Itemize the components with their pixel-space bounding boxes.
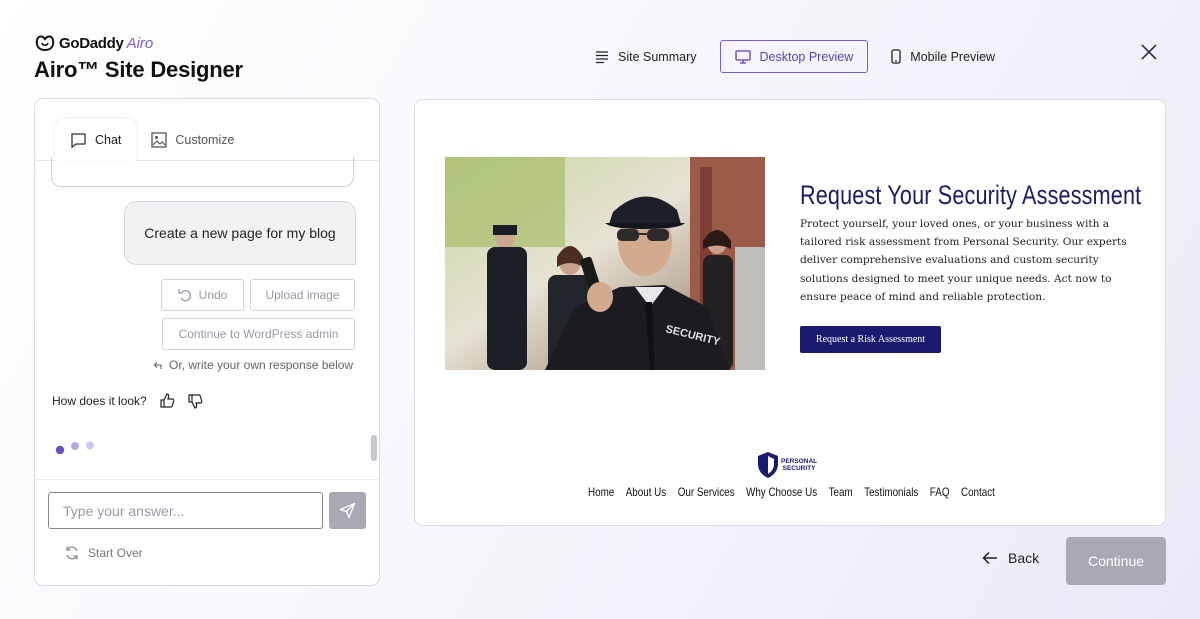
send-button[interactable] [329,492,366,529]
site-nav-team[interactable]: Team [829,485,853,499]
list-icon [596,50,608,63]
site-nav-about-us[interactable]: About Us [626,485,666,499]
chat-scrollbar[interactable] [371,435,377,461]
undo-button[interactable]: Undo [161,279,244,311]
site-nav-faq[interactable]: FAQ [930,485,950,499]
site-nav-our-services[interactable]: Our Services [678,485,735,499]
airo-wordmark: Airo [126,34,154,52]
hero-image: SECURITY [445,157,765,370]
back-label: Back [1008,550,1040,566]
feedback-row: How does it look? [52,393,203,409]
continue-button[interactable]: Continue [1066,537,1166,585]
hero-description: Protect yourself, your loved ones, or yo… [800,218,1127,303]
site-nav-testimonials[interactable]: Testimonials [864,485,918,499]
godaddy-wordmark: GoDaddy [59,34,124,52]
close-icon[interactable] [1138,41,1160,63]
refresh-icon [66,546,78,560]
image-icon [151,132,168,148]
chat-panel: Chat Customize Create a new page for my … [34,98,380,586]
desktop-icon [734,49,751,64]
previous-message-bubble [51,157,354,187]
desktop-preview-button[interactable]: Desktop Preview [719,40,869,73]
request-risk-assessment-button[interactable]: Request a Risk Assessment [800,326,941,353]
security-guard-photo: SECURITY [445,157,765,370]
feedback-question: How does it look? [52,394,147,408]
input-divider [35,479,379,480]
response-hint: Or, write your own response below [153,358,353,372]
thumbs-down-icon[interactable] [187,393,203,409]
godaddy-airo-logo: GoDaddy Airo [34,33,243,53]
site-nav-home[interactable]: Home [588,485,614,499]
mobile-preview-label: Mobile Preview [910,49,996,64]
upload-image-button[interactable]: Upload image [250,279,355,311]
chat-bubble-icon [71,133,86,148]
top-navigation: Site Summary Desktop Preview Mobile Prev… [580,40,1010,73]
brand: GoDaddy Airo Airo™ Site Designer [34,33,243,83]
logo-line-2: SECURITY [782,465,816,472]
site-navigation: Home About Us Our Services Why Choose Us… [588,485,995,499]
site-preview: SECURITY Request Your Security Assessmen… [414,99,1166,526]
site-nav-why-choose-us[interactable]: Why Choose Us [746,485,817,499]
panel-tabs: Chat Customize [55,119,249,161]
personal-security-logo: PERSONAL SECURITY [757,451,817,479]
typing-indicator [55,441,94,454]
site-nav-contact[interactable]: Contact [961,485,995,499]
continue-wordpress-button[interactable]: Continue to WordPress admin [162,318,355,350]
godaddy-logo-icon [35,35,55,52]
app-title: Airo™ Site Designer [34,57,243,82]
mobile-preview-button[interactable]: Mobile Preview [876,40,1010,73]
answer-input[interactable] [48,492,323,529]
hero-title: Request Your Security Assessment [800,180,1142,210]
mobile-icon [891,49,901,64]
tab-customize-label: Customize [175,133,235,147]
undo-icon [178,289,191,302]
tab-chat[interactable]: Chat [55,119,137,161]
shield-icon [758,452,778,478]
response-hint-text: Or, write your own response below [169,358,354,372]
reply-arrow-icon [153,362,162,369]
desktop-preview-label: Desktop Preview [759,49,854,64]
arrow-left-icon [982,551,997,565]
user-message: Create a new page for my blog [124,201,356,265]
site-summary-button[interactable]: Site Summary [580,40,712,73]
send-icon [339,502,356,519]
undo-label: Undo [198,288,228,302]
tab-customize[interactable]: Customize [136,119,249,161]
thumbs-up-icon[interactable] [159,393,175,409]
start-over-button[interactable]: Start Over [64,545,143,561]
start-over-label: Start Over [88,546,143,560]
site-summary-label: Site Summary [618,49,697,64]
logo-line-1: PERSONAL [781,458,818,465]
tab-chat-label: Chat [95,133,122,147]
logo-wordmark: PERSONAL SECURITY [781,458,817,472]
back-button[interactable]: Back [982,550,1039,566]
